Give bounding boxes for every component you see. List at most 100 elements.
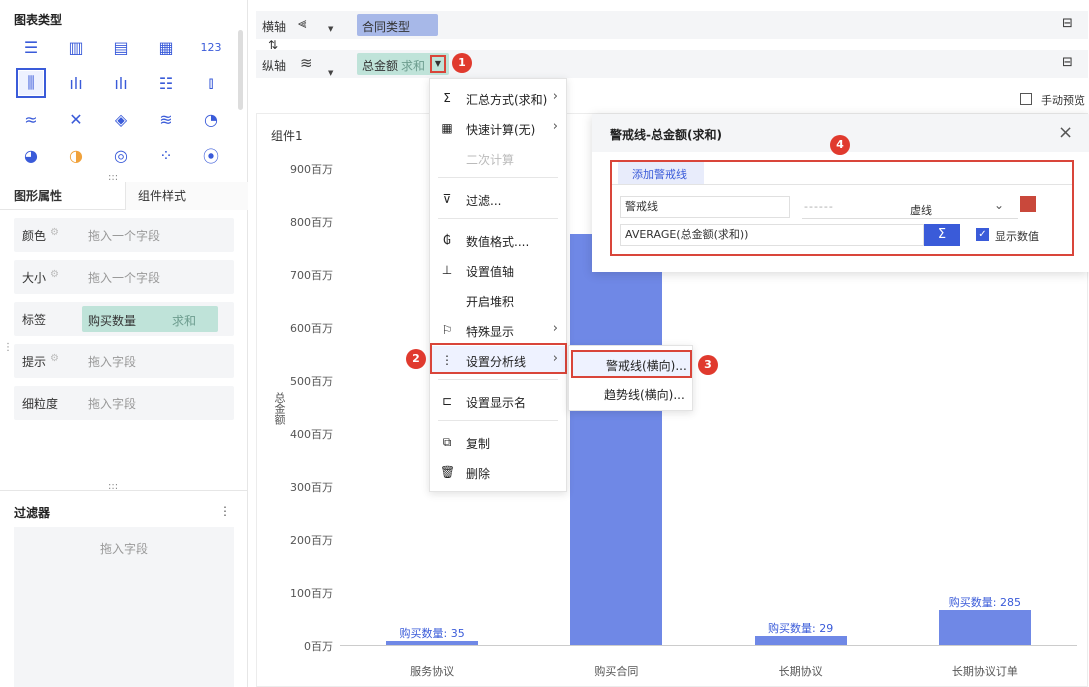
- horizontal-bar-icon[interactable]: ☷: [154, 71, 178, 95]
- menu-item-special-display[interactable]: ⚐ 特殊显示 ›: [430, 316, 566, 344]
- formula-input[interactable]: AVERAGE(总金额(求和)): [620, 224, 924, 246]
- pie-icon[interactable]: ◕: [19, 143, 43, 167]
- prop-granularity-drop[interactable]: 拖入字段: [88, 395, 136, 412]
- multi-bar-icon[interactable]: ılı: [64, 71, 88, 95]
- menu-divider: [438, 218, 558, 219]
- chart-type-scrollbar[interactable]: [238, 30, 243, 110]
- side-drag-handle[interactable]: ⋮: [3, 342, 13, 353]
- menu-label: 快速计算(无): [466, 123, 536, 137]
- radar-icon[interactable]: ◈: [109, 107, 133, 131]
- stacked-bar-icon[interactable]: ılı: [109, 71, 133, 95]
- menu-item-stack[interactable]: 开启堆积: [430, 286, 566, 314]
- prop-color-drop[interactable]: 拖入一个字段: [88, 227, 160, 244]
- label-field-agg: 求和: [172, 314, 197, 328]
- menu-icon: ▦: [441, 121, 453, 135]
- show-value-label: 显示数值: [995, 230, 1039, 243]
- radar-line-icon[interactable]: ✕: [64, 107, 88, 131]
- alert-line-name-input[interactable]: 警戒线: [620, 196, 790, 218]
- gear-icon[interactable]: ⚙: [50, 269, 59, 280]
- y-field-pill[interactable]: 总金额 求和 ▼: [357, 53, 449, 75]
- chevron-down-icon[interactable]: ▼: [328, 25, 333, 33]
- field-dropdown-button[interactable]: ▼: [430, 55, 446, 73]
- submenu-item-alert-line[interactable]: 警戒线(横向)...: [571, 350, 692, 378]
- prop-color[interactable]: 颜色 ⚙ 拖入一个字段: [14, 218, 234, 252]
- prop-tooltip-drop[interactable]: 拖入字段: [88, 353, 136, 370]
- show-value-checkbox[interactable]: ✓: [976, 228, 989, 241]
- resize-handle[interactable]: :::: [108, 481, 118, 492]
- area-icon[interactable]: ≋: [154, 107, 178, 131]
- menu-item-value-axis[interactable]: ⊥ 设置值轴: [430, 256, 566, 284]
- menu-label: 数值格式....: [466, 235, 530, 249]
- field-context-menu: Σ 汇总方式(求和) › ▦ 快速计算(无) › 二次计算 ⊽ 过滤... ₲ 数值格式.... ⊥ 设…: [429, 78, 567, 492]
- menu-item-filter[interactable]: ⊽ 过滤...: [430, 185, 566, 213]
- menu-item-number-format[interactable]: ₲ 数值格式....: [430, 226, 566, 254]
- lock-icon[interactable]: ⊟: [1062, 16, 1073, 31]
- menu-item-secondary-calc[interactable]: 二次计算: [430, 144, 566, 172]
- filter-title: 过滤器: [14, 506, 51, 520]
- data-label: 购买数量: 29: [768, 621, 834, 635]
- prop-size[interactable]: 大小 ⚙ 拖入一个字段: [14, 260, 234, 294]
- prop-size-drop[interactable]: 拖入一个字段: [88, 269, 160, 286]
- alert-line-panel: 添加警戒线 警戒线 ------ 虚线 ⌄ AVERAGE(总金额(求和)) Σ…: [610, 160, 1074, 256]
- close-icon[interactable]: ×: [1058, 122, 1073, 143]
- gear-icon[interactable]: ⚙: [50, 227, 59, 238]
- y-axis-icon[interactable]: ≋: [300, 54, 313, 72]
- menu-icon: ⊽: [442, 192, 452, 206]
- chevron-down-icon[interactable]: ▼: [328, 69, 333, 77]
- prop-tooltip[interactable]: 提示 ⚙ 拖入字段: [14, 344, 234, 378]
- y-tick-label: 600百万: [290, 322, 333, 335]
- menu-item-quick-calc[interactable]: ▦ 快速计算(无) ›: [430, 114, 566, 142]
- menu-item-display-name[interactable]: ⊏ 设置显示名: [430, 387, 566, 415]
- line-icon[interactable]: ≈: [19, 107, 43, 131]
- scatter-icon[interactable]: ⁘: [154, 143, 178, 167]
- detail-table-icon[interactable]: ▤: [109, 35, 133, 59]
- lock-icon[interactable]: ⊟: [1062, 55, 1073, 70]
- x-axis-line: [340, 645, 1077, 646]
- ring-icon[interactable]: ◎: [109, 143, 133, 167]
- tab-graphic-props[interactable]: 图形属性: [14, 182, 62, 210]
- manual-preview-checkbox[interactable]: [1020, 93, 1032, 105]
- prop-granularity[interactable]: 细粒度 拖入字段: [14, 386, 234, 420]
- chart-bar[interactable]: [938, 610, 1031, 645]
- chart-bar[interactable]: [754, 635, 847, 645]
- menu-item-delete[interactable]: 🗑 删除: [430, 458, 566, 486]
- step-badge-3: 3: [698, 355, 718, 375]
- kpi-table-icon[interactable]: ▦: [154, 35, 178, 59]
- tab-component-style[interactable]: 组件样式: [138, 182, 186, 210]
- crosstab-icon[interactable]: ▥: [64, 35, 88, 59]
- analysis-line-submenu: 警戒线(横向)... 趋势线(横向)...: [568, 345, 693, 411]
- color-swatch[interactable]: [1020, 196, 1036, 212]
- data-label: 购买数量: 285: [948, 596, 1021, 610]
- chart-bar[interactable]: [570, 234, 663, 645]
- label-field-pill[interactable]: 购买数量 求和: [82, 306, 218, 332]
- prop-label[interactable]: 标签 购买数量 求和: [14, 302, 234, 336]
- filter-drop-zone[interactable]: 拖入字段: [14, 527, 234, 687]
- number-icon[interactable]: 123: [199, 35, 223, 59]
- line-style-select[interactable]: 虚线: [910, 202, 932, 218]
- divider: [612, 184, 1072, 185]
- prop-color-label: 颜色: [22, 229, 47, 243]
- y-tick-label: 700百万: [290, 269, 333, 282]
- add-alert-line-tab[interactable]: 添加警戒线: [618, 162, 704, 184]
- submenu-item-trend-line[interactable]: 趋势线(横向)...: [571, 381, 692, 409]
- gear-icon[interactable]: ⚙: [50, 353, 59, 364]
- more-icon[interactable]: ⋮: [219, 504, 231, 518]
- table-icon[interactable]: ☰: [19, 35, 43, 59]
- menu-icon: Σ: [443, 91, 451, 105]
- menu-item-summary[interactable]: Σ 汇总方式(求和) ›: [430, 84, 566, 112]
- y-axis-row: 纵轴 ≋ ▼ 总金额 求和 ▼ ⊟: [256, 50, 1088, 78]
- menu-item-copy[interactable]: ⧉ 复制: [430, 428, 566, 456]
- chevron-right-icon: ›: [552, 89, 558, 104]
- formula-button[interactable]: Σ: [924, 224, 960, 246]
- x-field-pill[interactable]: 合同类型: [357, 14, 438, 36]
- filter-placeholder: 拖入字段: [100, 542, 149, 556]
- rose-icon[interactable]: ◑: [64, 143, 88, 167]
- waterfall-icon[interactable]: ⫾: [199, 71, 223, 95]
- chevron-down-icon[interactable]: ⌄: [994, 198, 1004, 212]
- gauge-icon[interactable]: ◔: [199, 107, 223, 131]
- grouped-bar-icon[interactable]: ⫼: [16, 68, 46, 98]
- x-tick-label: 长期协议: [778, 665, 823, 678]
- x-axis-icon[interactable]: ⫷: [298, 14, 306, 32]
- chart-bar[interactable]: [386, 640, 479, 645]
- bubble-icon[interactable]: ⦿: [199, 143, 223, 167]
